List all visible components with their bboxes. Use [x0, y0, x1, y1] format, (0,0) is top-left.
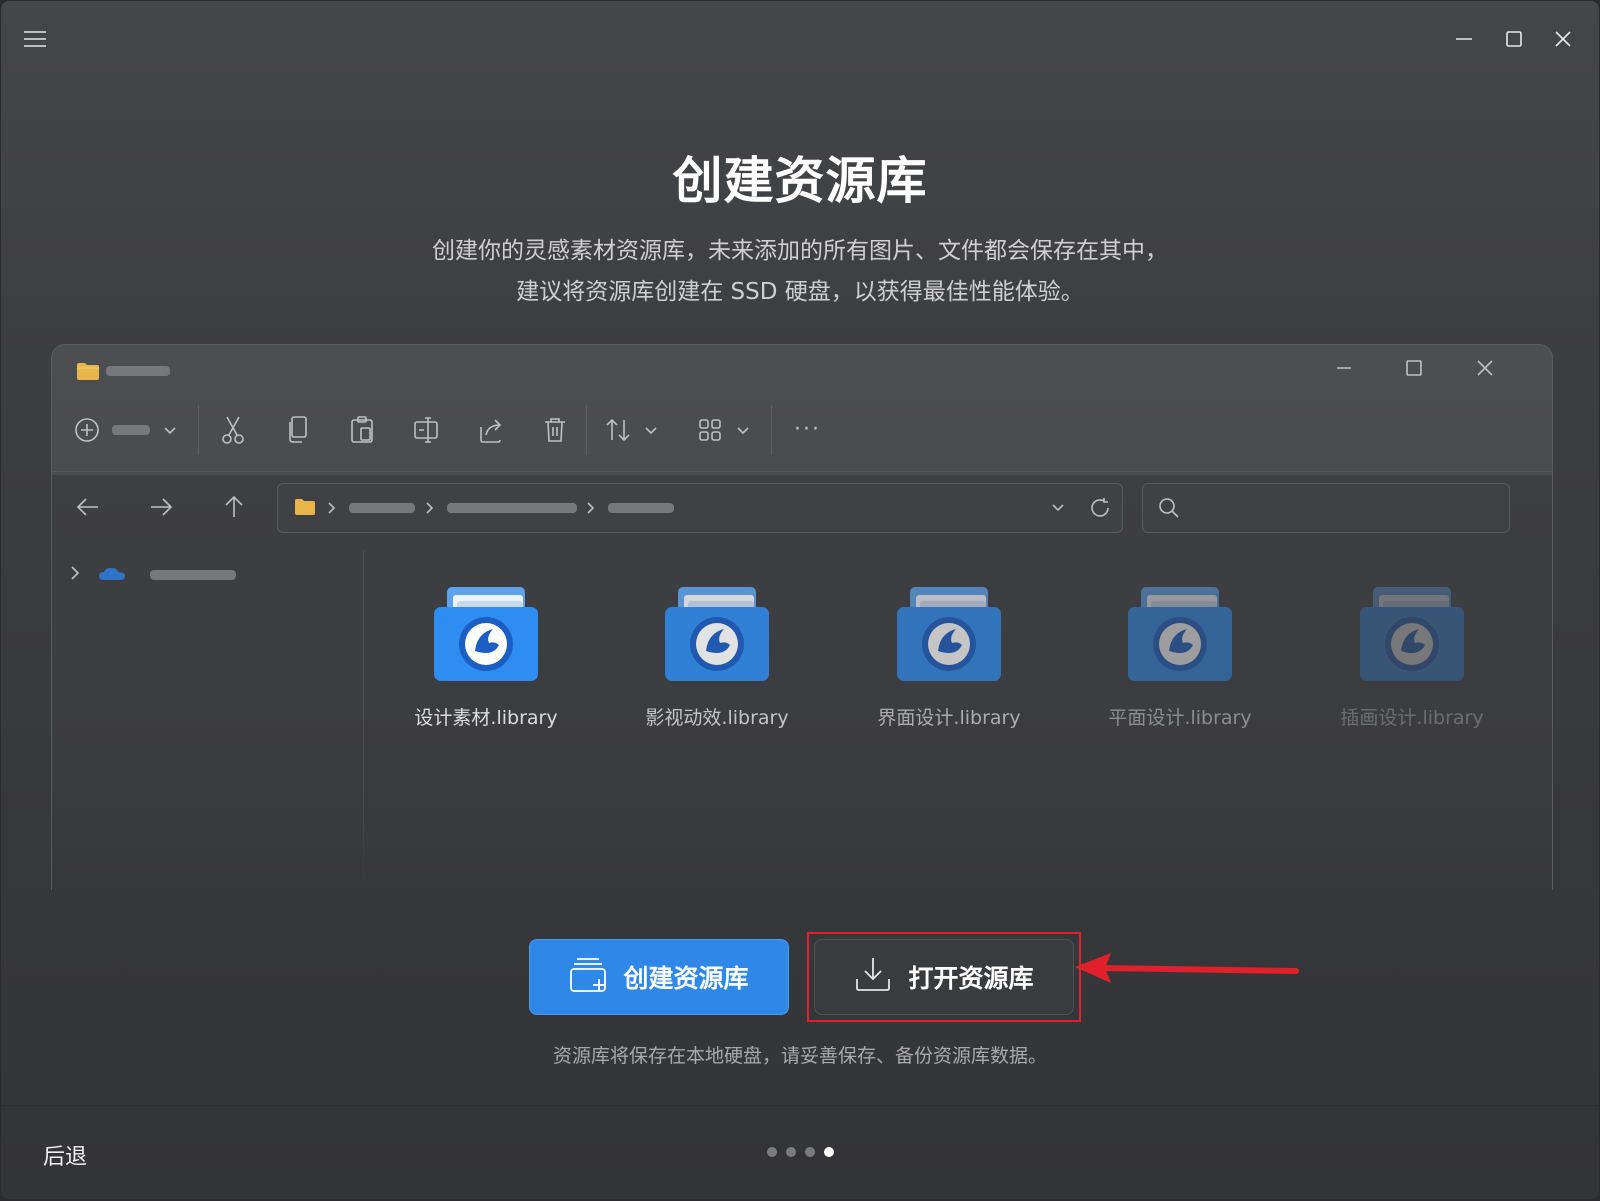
create-library-button[interactable]: 创建资源库: [529, 939, 789, 1015]
chevron-right-icon: [326, 500, 338, 520]
search-icon: [1157, 496, 1181, 524]
toolbar-separator: [586, 405, 587, 455]
library-label: 设计素材.library: [414, 707, 558, 729]
library-folder-icon: [662, 585, 772, 685]
toolbar-separator: [771, 405, 772, 455]
download-icon: [854, 955, 892, 999]
search-box: [1142, 483, 1510, 533]
open-library-button[interactable]: 打开资源库: [814, 939, 1074, 1015]
open-library-label: 打开资源库: [908, 964, 1034, 993]
chevron-right-icon: [585, 500, 597, 520]
pager-dot[interactable]: [824, 1147, 834, 1157]
storage-note: 资源库将保存在本地硬盘，请妥善保存、备份资源库数据。: [552, 1045, 1047, 1067]
explorer-minimize-icon: [1335, 359, 1353, 381]
page-title: 创建资源库: [672, 152, 928, 210]
footer-divider: [1, 1105, 1599, 1106]
folder-icon: [76, 361, 100, 385]
library-label: 界面设计.library: [877, 707, 1021, 729]
pager-dot[interactable]: [805, 1147, 815, 1157]
library-add-icon: [569, 955, 609, 999]
address-bar: [277, 483, 1123, 533]
sidebar-divider: [363, 550, 364, 890]
new-label-placeholder: [112, 425, 150, 435]
library-folder-icon: [1357, 585, 1467, 685]
back-arrow-icon: [74, 493, 102, 525]
chevron-right-icon: [424, 500, 436, 520]
library-folder-icon: [431, 585, 541, 685]
chevron-right-icon: [68, 563, 82, 587]
path-segment-placeholder: [349, 503, 415, 513]
hamburger-menu-icon[interactable]: [17, 21, 53, 57]
library-label: 插画设计.library: [1340, 707, 1484, 729]
library-item: 设计素材.library: [376, 585, 596, 730]
pager-dot[interactable]: [786, 1147, 796, 1157]
pager-dot[interactable]: [767, 1147, 777, 1157]
rename-icon: [413, 415, 441, 449]
back-button[interactable]: 后退: [43, 1139, 87, 1171]
library-item: 界面设计.library: [839, 585, 1059, 730]
library-item: 插画设计.library: [1302, 585, 1522, 730]
path-segment-placeholder: [608, 503, 674, 513]
path-segment-placeholder: [447, 503, 577, 513]
refresh-icon: [1088, 496, 1112, 524]
chevron-down-icon: [162, 423, 178, 442]
forward-arrow-icon: [147, 493, 175, 525]
delete-icon: [542, 415, 568, 449]
paste-icon: [349, 415, 375, 449]
copy-icon: [285, 415, 311, 449]
subtitle-line-2: 建议将资源库创建在 SSD 硬盘，以获得最佳性能体验。: [516, 279, 1084, 305]
cloud-icon: [98, 565, 126, 585]
close-icon[interactable]: [1545, 21, 1581, 57]
explorer-illustration: ··· 设计素材.library 影视动效.library 界面设计.libra…: [51, 344, 1553, 890]
sort-icon: [604, 415, 632, 449]
folder-icon: [294, 498, 316, 520]
share-icon: [478, 415, 504, 449]
library-folder-icon: [1125, 585, 1235, 685]
explorer-maximize-icon: [1405, 359, 1423, 381]
library-label: 影视动效.library: [645, 707, 789, 729]
chevron-down-icon: [643, 423, 659, 442]
app-window: 创建资源库 创建你的灵感素材资源库，未来添加的所有图片、文件都会保存在其中， 建…: [1, 1, 1599, 1199]
library-folder-icon: [894, 585, 1004, 685]
library-item: 平面设计.library: [1070, 585, 1290, 730]
more-icon: ···: [794, 417, 821, 442]
toolbar-divider: [52, 471, 1552, 472]
view-grid-icon: [697, 417, 723, 447]
chevron-down-icon: [735, 423, 751, 442]
pager-dots: [767, 1147, 834, 1157]
maximize-icon[interactable]: [1496, 21, 1532, 57]
create-library-label: 创建资源库: [623, 964, 749, 993]
toolbar-separator: [198, 405, 199, 455]
new-item-icon: [74, 417, 100, 447]
subtitle-line-1: 创建你的灵感素材资源库，未来添加的所有图片、文件都会保存在其中，: [432, 238, 1168, 264]
window-title-placeholder: [106, 366, 170, 376]
library-item: 影视动效.library: [607, 585, 827, 730]
explorer-close-icon: [1476, 359, 1494, 381]
cut-icon: [220, 415, 246, 449]
annotation-arrow-icon: [1075, 953, 1299, 983]
chevron-down-icon: [1050, 500, 1066, 519]
sidebar-item-placeholder: [150, 570, 236, 580]
library-label: 平面设计.library: [1108, 707, 1252, 729]
minimize-icon[interactable]: [1446, 21, 1482, 57]
up-arrow-icon: [220, 493, 248, 525]
